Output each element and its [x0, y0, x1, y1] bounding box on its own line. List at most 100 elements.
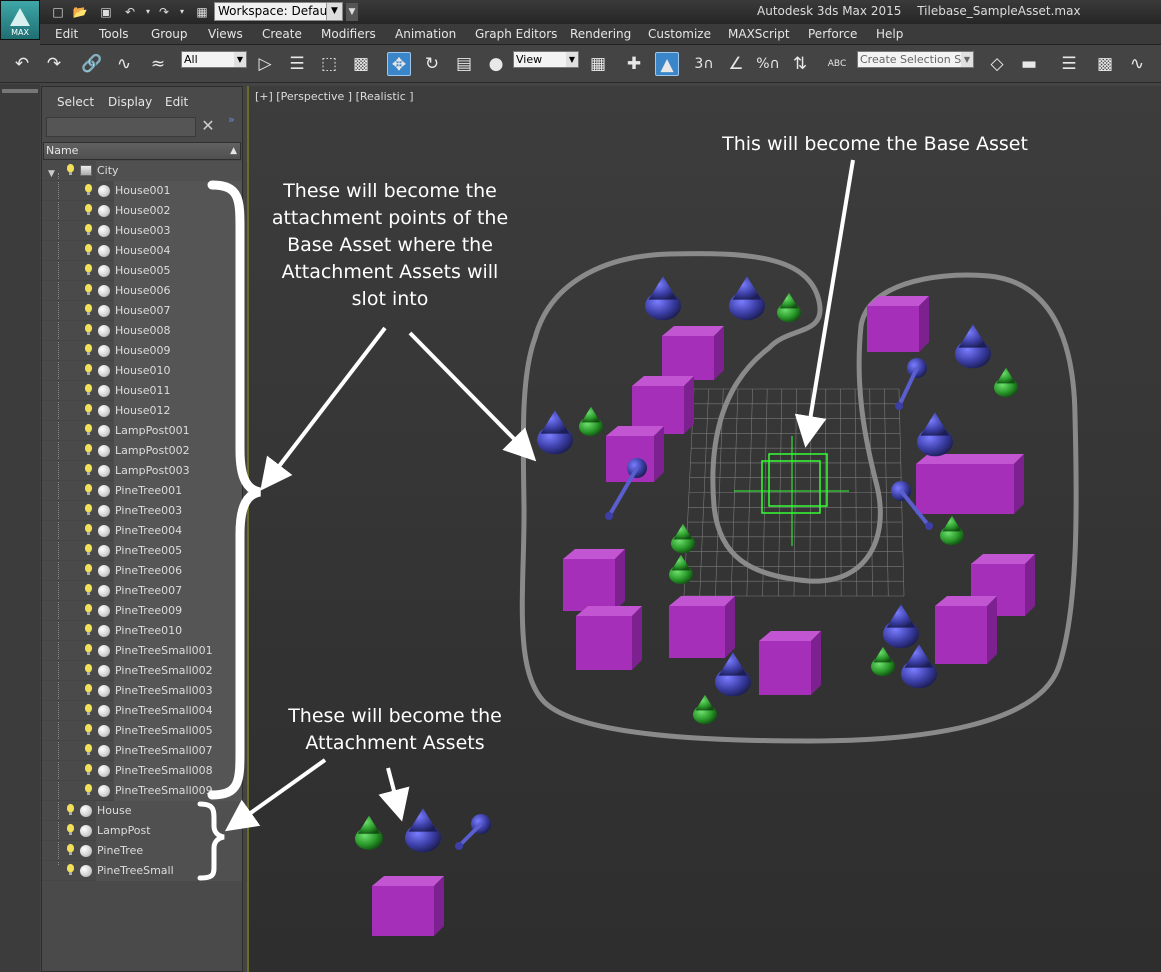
bulb-icon[interactable]	[84, 544, 93, 556]
redo-icon[interactable]: ↷	[156, 4, 172, 20]
tree-item-child[interactable]: House005	[42, 261, 242, 281]
named-selection-dropdown[interactable]: Create Selection Se ▼	[857, 51, 974, 68]
tree-item-child[interactable]: PineTreeSmall004	[42, 701, 242, 721]
tree-item-top[interactable]: PineTree	[42, 841, 242, 861]
unlink-icon[interactable]: ∿	[112, 52, 136, 76]
search-input[interactable]	[46, 117, 196, 137]
select-and-place-icon[interactable]: ●	[484, 52, 508, 76]
render-setup-icon[interactable]: ▩	[1093, 52, 1117, 76]
bulb-icon[interactable]	[84, 204, 93, 216]
double-chevron-right-icon[interactable]: »	[228, 113, 235, 126]
new-file-icon[interactable]: □	[50, 4, 66, 20]
window-crossing-icon[interactable]: ▩	[349, 52, 373, 76]
tree-item-child[interactable]: PineTreeSmall009	[42, 781, 242, 801]
link-icon[interactable]: 🔗	[80, 52, 104, 76]
menu-create[interactable]: Create	[262, 27, 302, 41]
bulb-icon[interactable]	[84, 584, 93, 596]
select-by-name-icon[interactable]: ☰	[285, 52, 309, 76]
tree-item-top[interactable]: PineTreeSmall	[42, 861, 242, 881]
close-icon[interactable]: ✕	[200, 116, 216, 136]
bulb-icon[interactable]	[84, 284, 93, 296]
tab-select[interactable]: Select	[57, 95, 94, 109]
save-file-icon[interactable]: ▣	[98, 4, 114, 20]
rectangular-selection-icon[interactable]: ⬚	[317, 52, 341, 76]
mirror-icon[interactable]: ◇	[985, 52, 1009, 76]
bulb-icon[interactable]	[84, 244, 93, 256]
bulb-icon[interactable]	[84, 604, 93, 616]
select-and-scale-icon[interactable]: ▤	[452, 52, 476, 76]
project-folder-icon[interactable]: ▦	[194, 4, 210, 20]
tree-item-child[interactable]: PineTree003	[42, 501, 242, 521]
snaps-toggle-icon[interactable]: 3∩	[692, 52, 716, 76]
percent-snap-icon[interactable]: %∩	[756, 52, 780, 76]
tree-item-child[interactable]: PineTree005	[42, 541, 242, 561]
bulb-icon[interactable]	[84, 684, 93, 696]
tree-item-child[interactable]: PineTreeSmall002	[42, 661, 242, 681]
reference-coordinate-dropdown[interactable]: View ▼	[513, 51, 579, 68]
undo-dropdown-icon[interactable]: ▾	[140, 4, 156, 20]
application-button[interactable]: MAX	[0, 0, 40, 40]
tree-item-child[interactable]: House011	[42, 381, 242, 401]
tree-item-child[interactable]: LampPost001	[42, 421, 242, 441]
workspace-dropdown[interactable]: Workspace: Default ▼	[214, 2, 343, 21]
tree-item-child[interactable]: House001	[42, 181, 242, 201]
menu-group[interactable]: Group	[151, 27, 188, 41]
tab-edit[interactable]: Edit	[165, 95, 188, 109]
bulb-icon[interactable]	[66, 844, 75, 856]
tree-item-child[interactable]: PineTreeSmall001	[42, 641, 242, 661]
bulb-icon[interactable]	[66, 804, 75, 816]
menu-edit[interactable]: Edit	[55, 27, 78, 41]
layer-manager-icon[interactable]: ☰	[1057, 52, 1081, 76]
menu-views[interactable]: Views	[208, 27, 243, 41]
column-header-name[interactable]: Name ▲	[43, 142, 241, 160]
tree-item-child[interactable]: PineTree007	[42, 581, 242, 601]
tree-item-child[interactable]: House006	[42, 281, 242, 301]
menu-help[interactable]: Help	[876, 27, 903, 41]
bulb-icon[interactable]	[84, 384, 93, 396]
bulb-icon[interactable]	[84, 184, 93, 196]
bulb-icon[interactable]	[84, 664, 93, 676]
tree-item-child[interactable]: PineTree001	[42, 481, 242, 501]
keyboard-shortcut-override-icon[interactable]: ▲	[655, 52, 679, 76]
bulb-icon[interactable]	[66, 824, 75, 836]
quick-access-menu-icon[interactable]: ▼	[346, 3, 358, 21]
bulb-icon[interactable]	[84, 304, 93, 316]
redo-icon[interactable]: ↷	[42, 52, 66, 76]
menu-perforce[interactable]: Perforce	[808, 27, 857, 41]
bulb-icon[interactable]	[66, 164, 75, 176]
undo-icon[interactable]: ↶	[10, 52, 34, 76]
bulb-icon[interactable]	[66, 864, 75, 876]
bulb-icon[interactable]	[84, 264, 93, 276]
bulb-icon[interactable]	[84, 424, 93, 436]
menu-maxscript[interactable]: MAXScript	[728, 27, 790, 41]
menu-animation[interactable]: Animation	[395, 27, 456, 41]
tree-item-city[interactable]: ▼ City	[42, 161, 242, 181]
tree-item-child[interactable]: House008	[42, 321, 242, 341]
redo-dropdown-icon[interactable]: ▾	[174, 4, 190, 20]
tree-item-child[interactable]: PineTreeSmall008	[42, 761, 242, 781]
select-and-rotate-icon[interactable]: ↻	[420, 52, 444, 76]
tree-item-child[interactable]: House003	[42, 221, 242, 241]
spinner-snap-icon[interactable]: ⇅	[788, 52, 812, 76]
undo-icon[interactable]: ↶	[122, 4, 138, 20]
tree-item-child[interactable]: House009	[42, 341, 242, 361]
pivot-center-icon[interactable]: ▦	[586, 52, 610, 76]
bulb-icon[interactable]	[84, 224, 93, 236]
menu-modifiers[interactable]: Modifiers	[321, 27, 376, 41]
bulb-icon[interactable]	[84, 764, 93, 776]
bulb-icon[interactable]	[84, 464, 93, 476]
bulb-icon[interactable]	[84, 704, 93, 716]
tree-item-child[interactable]: PineTree004	[42, 521, 242, 541]
tree-item-child[interactable]: House010	[42, 361, 242, 381]
tree-item-child[interactable]: PineTree006	[42, 561, 242, 581]
curve-editor-icon[interactable]: ∿	[1125, 52, 1149, 76]
bulb-icon[interactable]	[84, 444, 93, 456]
bulb-icon[interactable]	[84, 624, 93, 636]
menu-rendering[interactable]: Rendering	[570, 27, 631, 41]
tree-item-child[interactable]: PineTree009	[42, 601, 242, 621]
bulb-icon[interactable]	[84, 344, 93, 356]
tree-item-child[interactable]: PineTreeSmall007	[42, 741, 242, 761]
align-icon[interactable]: ▬	[1017, 52, 1041, 76]
angle-snap-icon[interactable]: ∠	[724, 52, 748, 76]
select-and-move-icon[interactable]: ✥	[387, 52, 411, 76]
